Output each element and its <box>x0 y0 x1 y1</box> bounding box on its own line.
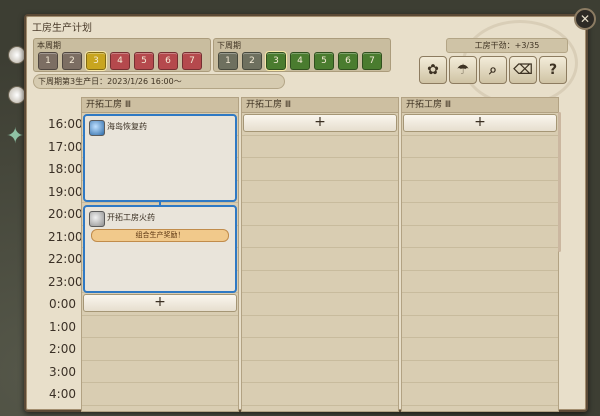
grid-line <box>402 269 558 271</box>
workshop-column-3: 开拓工房 Ⅲ + <box>401 97 559 412</box>
grid-line <box>242 404 398 406</box>
hour-label: 19:00 <box>48 184 83 199</box>
grid-line <box>82 314 238 316</box>
hour-label: 16:00 <box>48 117 83 131</box>
combo-bonus-badge: 组合生产奖励！ <box>91 229 229 242</box>
grid-line <box>402 314 558 316</box>
current-day-5-button[interactable]: 5 <box>134 52 154 70</box>
grid-line <box>242 224 398 226</box>
schedule-scrollbar[interactable] <box>558 112 561 252</box>
hour-label: 1:00 <box>49 319 76 334</box>
hour-label: 4:00 <box>49 387 76 401</box>
current-period-label: 本周期 <box>37 41 61 50</box>
hour-label: 2:00 <box>49 342 76 356</box>
close-button[interactable]: ✕ <box>574 8 596 30</box>
column-header: 开拓工房 Ⅲ <box>402 98 558 113</box>
hour-label: 22:00 <box>48 252 83 266</box>
add-production-button[interactable]: + <box>403 114 557 132</box>
grid-line <box>242 359 398 361</box>
production-block-2[interactable]: 开拓工房火药 组合生产奖励！ <box>83 205 237 293</box>
current-day-6-button[interactable]: 6 <box>158 52 178 70</box>
hour-label: 21:00 <box>48 229 83 244</box>
hour-label: 20:00 <box>48 207 83 221</box>
grid-line <box>402 292 558 293</box>
item-name: 开拓工房火药 <box>107 213 155 222</box>
window-title: 工房生产计划 <box>32 23 92 34</box>
next-day-5-button[interactable]: 5 <box>314 52 334 70</box>
next-period-days: 1234567 <box>218 51 382 71</box>
grid-line <box>402 157 558 158</box>
hour-label: 3:00 <box>49 364 76 379</box>
grid-line <box>402 337 558 338</box>
hour-label: 23:00 <box>48 274 83 289</box>
grid-line <box>402 247 558 248</box>
grid-line <box>402 404 558 406</box>
current-day-7-button[interactable]: 7 <box>182 52 202 70</box>
grid-line <box>402 202 558 203</box>
next-day-4-button[interactable]: 4 <box>290 52 310 70</box>
potion-icon <box>89 120 105 136</box>
next-day-6-button[interactable]: 6 <box>338 52 358 70</box>
workshop-points: 工房干劲：+3/35 <box>446 38 568 53</box>
column-header: 开拓工房 Ⅲ <box>242 98 398 113</box>
grid-line <box>242 134 398 136</box>
current-period-days: 1234567 <box>38 51 202 71</box>
grid-line <box>242 292 398 293</box>
next-period-label: 下周期 <box>217 41 241 50</box>
workshop-window: 工房生产计划 ✕ 本周期 1234567 下周期 1234567 下周期第3生产… <box>24 8 596 412</box>
grid-line <box>82 404 238 406</box>
grid-line <box>242 269 398 271</box>
grid-line <box>402 382 558 383</box>
hour-label: 0:00 <box>49 297 76 311</box>
magnify-icon[interactable]: ⌕ <box>479 56 507 84</box>
grid-line <box>242 157 398 158</box>
grid-line <box>402 134 558 136</box>
current-day-4-button[interactable]: 4 <box>110 52 130 70</box>
production-block-1[interactable]: 海岛恢复药 <box>83 114 237 202</box>
grid-line <box>242 202 398 203</box>
grid-line <box>402 179 558 181</box>
grid-line <box>82 337 238 338</box>
grid-line <box>82 382 238 383</box>
current-day-1-button[interactable]: 1 <box>38 52 58 70</box>
next-day-2-button[interactable]: 2 <box>242 52 262 70</box>
grid-line <box>242 179 398 181</box>
current-day-3-button[interactable]: 3 <box>85 51 107 71</box>
next-production-status: 下周期第3生产日：2023/1/26 16:00～ <box>33 74 285 89</box>
grid-line <box>242 337 398 338</box>
next-day-7-button[interactable]: 7 <box>362 52 382 70</box>
plant-icon[interactable]: ✿ <box>419 56 447 84</box>
current-period-panel: 本周期 1234567 <box>33 38 211 72</box>
next-day-3-button[interactable]: 3 <box>265 51 287 71</box>
workshop-column-2: 开拓工房 Ⅲ + <box>241 97 399 412</box>
next-day-1-button[interactable]: 1 <box>218 52 238 70</box>
clear-icon[interactable]: ⌫ <box>509 56 537 84</box>
workshop-column-1: 开拓工房 Ⅲ 海岛恢复药 开拓工房火药 组合生产奖励！ + <box>81 97 239 412</box>
grid-line <box>402 224 558 226</box>
grid-line <box>242 247 398 248</box>
toolbar: ✿ ☂ ⌕ ⌫? <box>419 56 567 84</box>
grid-line <box>82 359 238 361</box>
help-icon[interactable]: ? <box>539 56 567 84</box>
hour-label: 17:00 <box>48 139 83 154</box>
grid-line <box>242 382 398 383</box>
current-day-2-button[interactable]: 2 <box>62 52 82 70</box>
gunpowder-icon <box>89 211 105 227</box>
grid-line <box>402 359 558 361</box>
column-header: 开拓工房 Ⅲ <box>82 98 238 113</box>
umbrella-icon[interactable]: ☂ <box>449 56 477 84</box>
next-period-panel: 下周期 1234567 <box>213 38 391 72</box>
hour-label: 18:00 <box>48 162 83 176</box>
add-production-button[interactable]: + <box>243 114 397 132</box>
grid-line <box>242 314 398 316</box>
item-name: 海岛恢复药 <box>107 122 147 131</box>
add-production-button[interactable]: + <box>83 294 237 312</box>
